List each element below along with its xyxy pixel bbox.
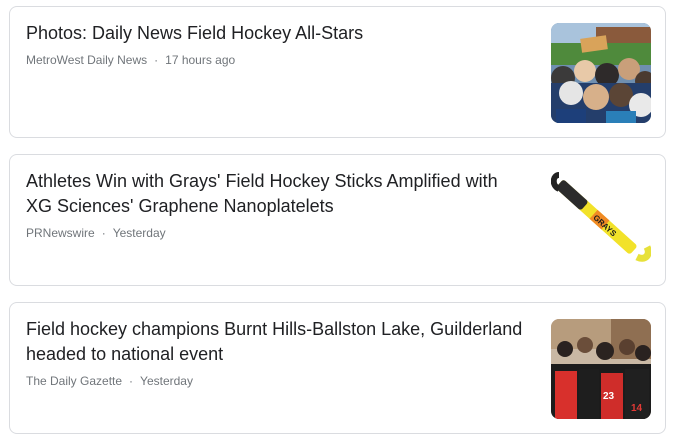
article-title[interactable]: Field hockey champions Burnt Hills-Balls… bbox=[26, 317, 526, 367]
article-source: PRNewswire bbox=[26, 226, 95, 240]
jersey-number: 14 bbox=[631, 403, 643, 414]
article-title[interactable]: Photos: Daily News Field Hockey All-Star… bbox=[26, 21, 526, 46]
article-time: Yesterday bbox=[112, 226, 166, 240]
jersey-number: 23 bbox=[603, 391, 615, 402]
team-photo-image[interactable] bbox=[551, 23, 651, 123]
team-huddle-image[interactable]: 23 14 bbox=[551, 319, 651, 419]
separator-dot: · bbox=[129, 374, 134, 388]
article-meta: PRNewswire · Yesterday bbox=[26, 226, 166, 240]
hockey-stick-image[interactable]: GRAYS bbox=[551, 171, 651, 271]
news-card[interactable]: Athletes Win with Grays' Field Hockey St… bbox=[9, 154, 666, 286]
article-title[interactable]: Athletes Win with Grays' Field Hockey St… bbox=[26, 169, 526, 219]
article-source: The Daily Gazette bbox=[26, 374, 123, 388]
article-source: MetroWest Daily News bbox=[26, 53, 148, 67]
article-time: 17 hours ago bbox=[165, 53, 236, 67]
article-meta: The Daily Gazette · Yesterday bbox=[26, 374, 193, 388]
article-time: Yesterday bbox=[140, 374, 193, 388]
article-meta: MetroWest Daily News · 17 hours ago bbox=[26, 53, 235, 67]
news-card[interactable]: Photos: Daily News Field Hockey All-Star… bbox=[9, 6, 666, 138]
separator-dot: · bbox=[101, 226, 106, 240]
separator-dot: · bbox=[154, 53, 159, 67]
news-card[interactable]: Field hockey champions Burnt Hills-Balls… bbox=[9, 302, 666, 434]
